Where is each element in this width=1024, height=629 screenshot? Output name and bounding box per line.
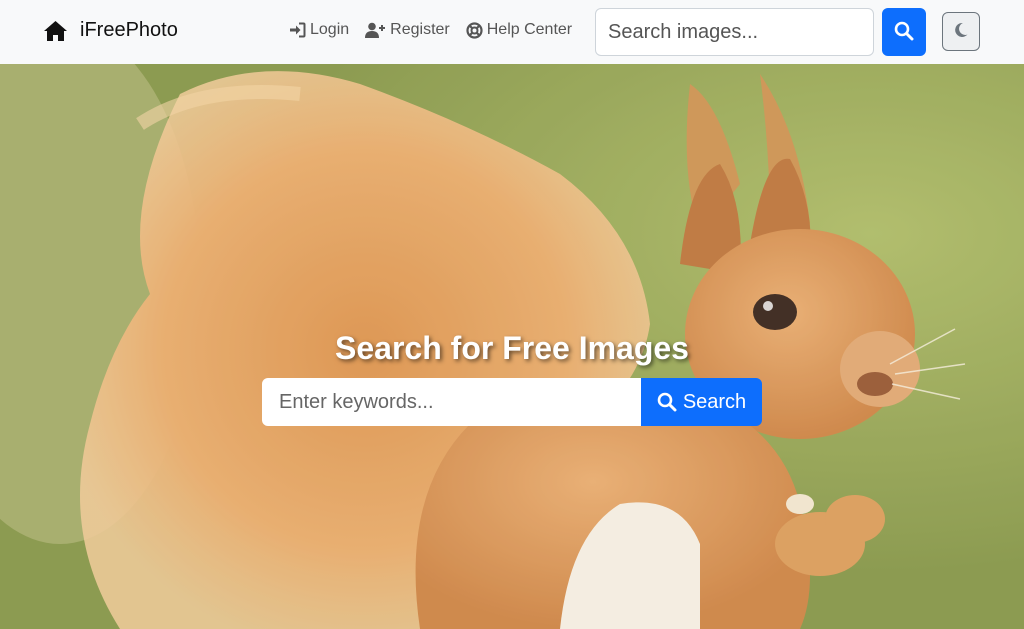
search-icon [657, 392, 683, 412]
help-center-label: Help Center [486, 21, 573, 38]
theme-toggle-button[interactable] [942, 12, 980, 51]
login-label: Login [310, 21, 350, 38]
brand-name: iFreePhoto [80, 19, 178, 41]
navbar: iFreePhoto Login Register Help Center [0, 0, 1024, 64]
hero-title: Search for Free Images [335, 330, 689, 366]
nav-search-button[interactable] [882, 8, 926, 56]
user-plus-icon [365, 22, 390, 38]
lifebuoy-icon [466, 21, 487, 39]
nav-search-input[interactable] [595, 8, 874, 56]
login-icon [289, 22, 310, 38]
home-icon [43, 20, 68, 42]
register-link[interactable]: Register [365, 21, 450, 39]
nav-links: Login Register Help Center [289, 21, 588, 39]
help-center-link[interactable]: Help Center [466, 21, 572, 39]
login-link[interactable]: Login [289, 21, 349, 39]
hero-section: Search for Free Images Search [0, 64, 1024, 629]
hero-search-label: Search [682, 390, 747, 413]
brand-link[interactable]: iFreePhoto [43, 19, 178, 42]
search-icon [894, 21, 914, 44]
moon-icon [954, 22, 968, 41]
register-label: Register [390, 21, 450, 38]
hero-search-button[interactable]: Search [641, 378, 762, 426]
hero-search-input[interactable] [262, 378, 642, 426]
